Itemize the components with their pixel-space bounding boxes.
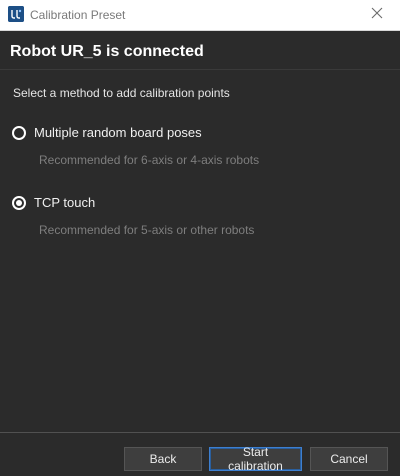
- dialog-header: Robot UR_5 is connected: [0, 31, 400, 70]
- back-button[interactable]: Back: [124, 447, 202, 471]
- option-tcp-touch[interactable]: TCP touch: [12, 195, 95, 211]
- radio-random-board-poses[interactable]: [12, 126, 26, 140]
- start-calibration-button[interactable]: Start calibration: [209, 445, 302, 473]
- app-logo-icon: [8, 6, 24, 22]
- calibration-preset-window: Calibration Preset Robot UR_5 is connect…: [0, 0, 400, 476]
- option-description: Recommended for 6-axis or 4-axis robots: [39, 153, 260, 167]
- close-icon: [371, 6, 383, 24]
- title-bar[interactable]: Calibration Preset: [0, 0, 400, 31]
- option-random-board-poses[interactable]: Multiple random board poses: [12, 125, 202, 141]
- option-label: TCP touch: [34, 195, 96, 210]
- cancel-button[interactable]: Cancel: [310, 447, 388, 471]
- dialog-footer: Back Start calibration Cancel: [0, 432, 400, 476]
- radio-tcp-touch[interactable]: [12, 196, 26, 210]
- option-label: Multiple random board poses: [34, 125, 202, 140]
- instruction-text: Select a method to add calibration point…: [13, 86, 230, 100]
- connection-status-title: Robot UR_5 is connected: [10, 43, 204, 60]
- window-title: Calibration Preset: [30, 8, 126, 22]
- option-description: Recommended for 5-axis or other robots: [39, 223, 255, 237]
- close-button[interactable]: [354, 0, 400, 30]
- dialog-content: Select a method to add calibration point…: [0, 70, 400, 432]
